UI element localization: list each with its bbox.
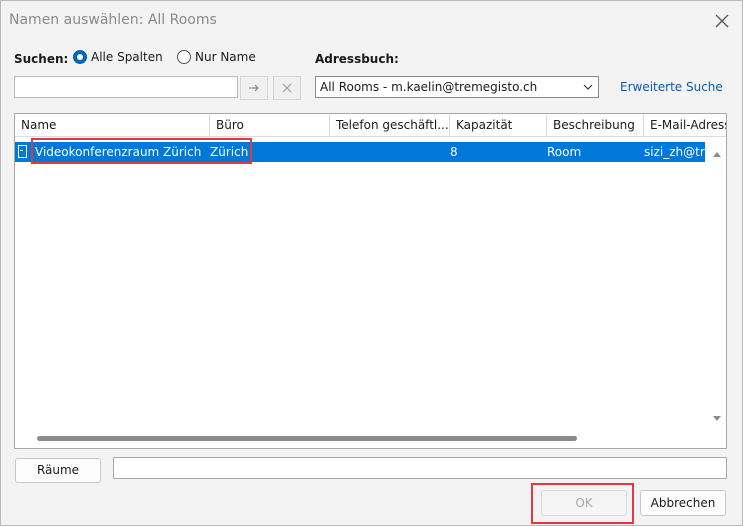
ok-button[interactable]: OK (541, 490, 627, 516)
radio-all-columns-label: Alle Spalten (91, 50, 163, 64)
cell-office: Zürich (210, 145, 249, 159)
title-bar: Namen auswählen: All Rooms (1, 1, 742, 41)
search-input[interactable] (14, 76, 238, 98)
cancel-button[interactable]: Abbrechen (640, 490, 726, 516)
close-icon (715, 14, 729, 28)
arrow-right-icon (249, 84, 259, 92)
clear-icon (282, 83, 292, 93)
radio-all-columns[interactable]: Alle Spalten (73, 50, 163, 64)
horizontal-scrollbar[interactable] (15, 430, 726, 448)
room-entry-icon (18, 145, 27, 158)
go-button[interactable] (240, 76, 268, 100)
rooms-input[interactable] (113, 457, 727, 479)
list-header: Name Büro Telefon geschäftl... Kapazität… (15, 114, 726, 137)
radio-name-only-label: Nur Name (195, 50, 256, 64)
column-header-name[interactable]: Name (15, 114, 210, 136)
cell-phone (336, 142, 446, 162)
cell-name: Videokonferenzraum Zürich (35, 145, 202, 159)
radio-checked-icon[interactable] (73, 50, 87, 64)
cell-email: sizi_zh@tremegisto.ch (644, 145, 705, 159)
clear-search-button[interactable] (273, 76, 301, 100)
close-button[interactable] (712, 11, 732, 31)
cell-capacity: 8 (450, 145, 458, 159)
search-label: Suchen: (14, 52, 69, 66)
column-header-description[interactable]: Beschreibung (547, 114, 644, 136)
column-header-phone[interactable]: Telefon geschäftl... (330, 114, 450, 136)
addressbook-label: Adressbuch: (315, 52, 399, 66)
advanced-search-link[interactable]: Erweiterte Suche (620, 80, 723, 94)
addressbook-selected: All Rooms - m.kaelin@tremegisto.ch (320, 80, 538, 94)
column-header-office[interactable]: Büro (210, 114, 330, 136)
horizontal-scroll-thumb[interactable] (37, 436, 577, 441)
addressbook-dropdown[interactable]: All Rooms - m.kaelin@tremegisto.ch (315, 76, 599, 98)
window-title: Namen auswählen: All Rooms (9, 12, 217, 28)
rooms-button[interactable]: Räume (15, 458, 101, 483)
cell-description: Room (547, 145, 582, 159)
column-header-capacity[interactable]: Kapazität (450, 114, 547, 136)
address-list: Name Büro Telefon geschäftl... Kapazität… (14, 113, 727, 449)
radio-unchecked-icon[interactable] (177, 50, 191, 64)
chevron-down-icon (583, 84, 593, 90)
column-header-email[interactable]: E-Mail-Adresse (644, 114, 726, 136)
scroll-arrows-icon (713, 152, 721, 421)
vertical-scrollbar[interactable] (708, 142, 726, 430)
table-row[interactable]: Videokonferenzraum Zürich Zürich 8 Room … (15, 142, 705, 162)
select-names-dialog: Namen auswählen: All Rooms Suchen: Alle … (0, 0, 743, 526)
radio-name-only[interactable]: Nur Name (177, 50, 256, 64)
